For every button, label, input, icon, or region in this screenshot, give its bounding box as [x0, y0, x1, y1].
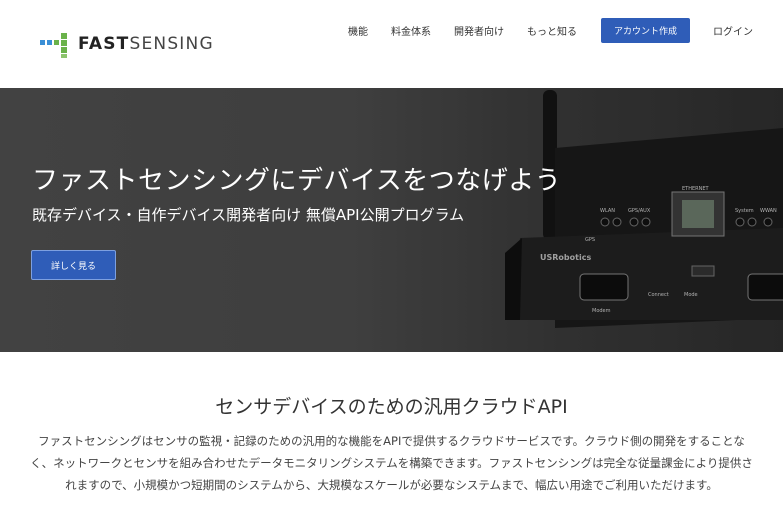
- section-title: センサデバイスのための汎用クラウドAPI: [215, 396, 568, 418]
- logo[interactable]: FASTSENSING: [40, 30, 214, 58]
- nav-item-features[interactable]: 機能: [348, 23, 368, 38]
- nav-item-developers[interactable]: 開発者向け: [454, 23, 504, 38]
- hero-subtitle: 既存デバイス・自作デバイス開発者向け 無償API公開プログラム: [32, 206, 465, 224]
- logo-text-sensing: SENSING: [129, 34, 214, 54]
- logo-mark-icon: [40, 30, 70, 58]
- hero-title: ファストセンシングにデバイスをつなげよう: [32, 166, 562, 196]
- learn-more-button[interactable]: 詳しく見る: [31, 250, 116, 280]
- create-account-button[interactable]: アカウント作成: [600, 18, 690, 43]
- hero-banner: ETHERNET WLAN GPS/AUX System WWAN USRobo…: [0, 88, 783, 352]
- main-nav: 機能 料金体系 開発者向け もっと知る アカウント作成 ログイン: [348, 18, 753, 43]
- site-header: FASTSENSING 機能 料金体系 開発者向け もっと知る アカウント作成 …: [0, 0, 783, 88]
- nav-item-pricing[interactable]: 料金体系: [391, 23, 431, 38]
- login-link[interactable]: ログイン: [713, 23, 753, 38]
- nav-item-learn-more[interactable]: もっと知る: [527, 23, 577, 38]
- logo-text: FASTSENSING: [78, 34, 214, 54]
- section-body: ファストセンシングはセンサの監視・記録のための汎用的な機能をAPIで提供するクラ…: [30, 434, 753, 492]
- logo-text-fast: FAST: [78, 34, 130, 54]
